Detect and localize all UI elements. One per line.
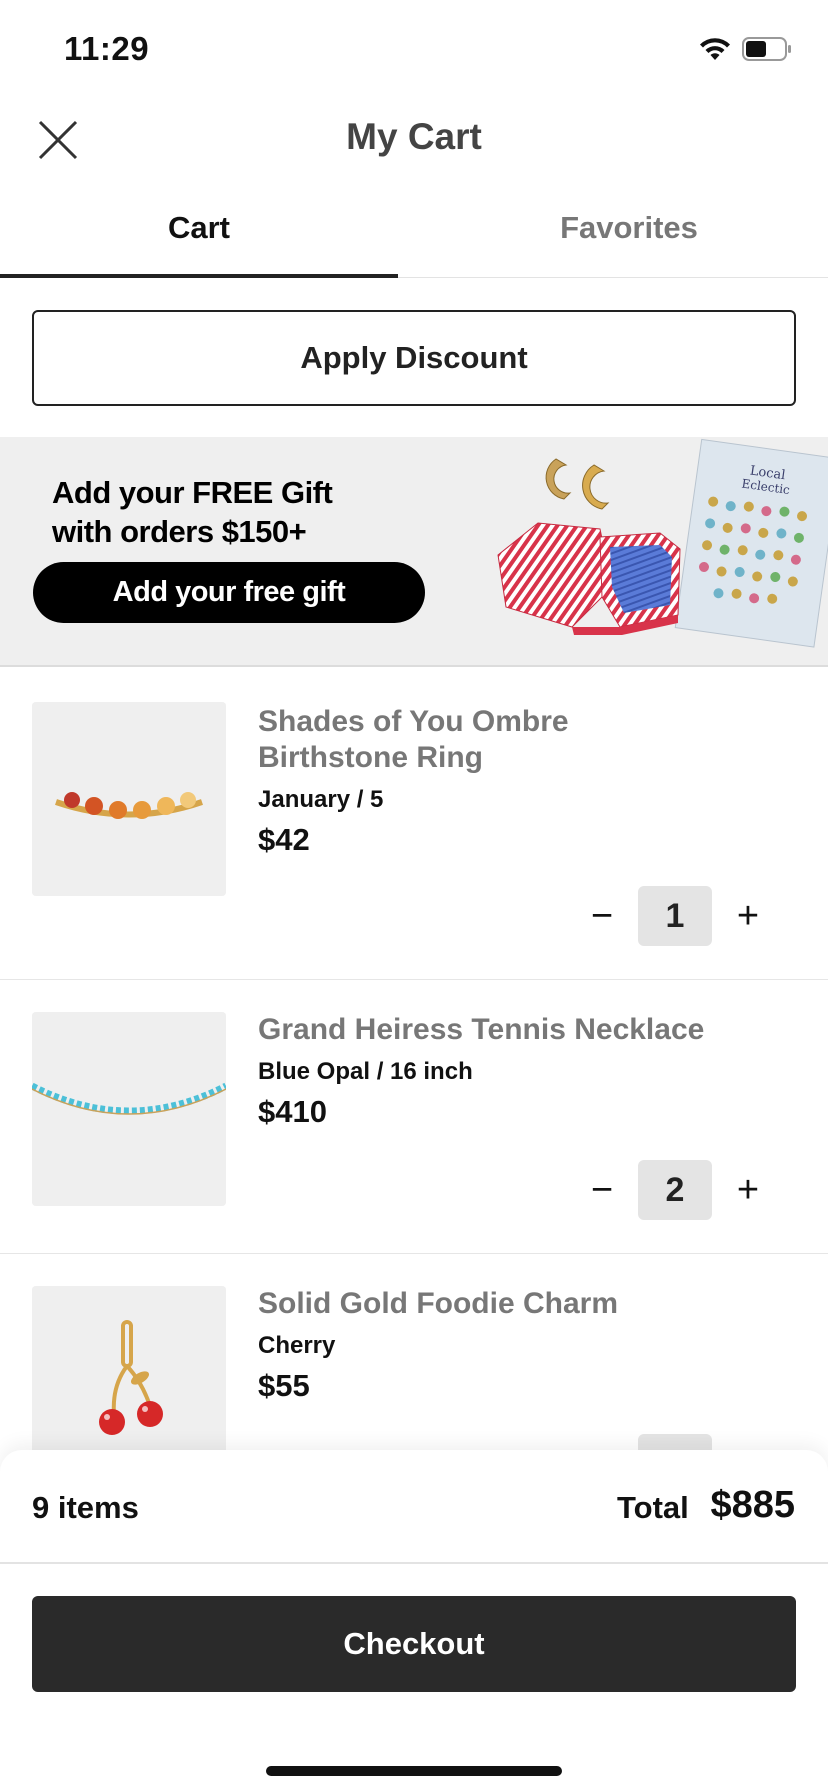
wifi-icon	[700, 38, 730, 60]
active-tab-indicator	[0, 274, 398, 278]
total-label: Total	[617, 1490, 689, 1525]
quantity-increase-button[interactable]: +	[726, 1168, 770, 1212]
page-title: My Cart	[346, 116, 482, 157]
ring-image[interactable]	[32, 702, 226, 896]
gift-headline-line1: Add your FREE Gift	[52, 475, 333, 510]
divider	[0, 1562, 828, 1564]
items-count: 9 items	[32, 1490, 139, 1525]
gift-box-image: Local Eclectic	[497, 438, 828, 648]
item-name[interactable]: Grand Heiress Tennis Necklace	[258, 1012, 778, 1048]
add-free-gift-button[interactable]: Add your free gift	[33, 562, 425, 623]
item-price: $42	[258, 822, 310, 857]
necklace-image[interactable]	[32, 1012, 226, 1206]
apply-discount-button[interactable]: Apply Discount	[32, 310, 796, 406]
quantity-decrease-button[interactable]: −	[580, 894, 624, 938]
item-name-line1: Shades of You Ombre	[258, 705, 569, 738]
quantity-increase-button[interactable]: +	[726, 894, 770, 938]
free-gift-banner: Add your FREE Gift with orders $150+ Add…	[0, 437, 828, 667]
total-value: $885	[710, 1484, 795, 1526]
tab-bar: Cart Favorites	[0, 192, 828, 278]
checkout-summary-sheet: 9 items Total $885 Checkout	[0, 1450, 828, 1792]
item-variant: Cherry	[258, 1332, 336, 1359]
item-variant: Blue Opal / 16 inch	[258, 1058, 473, 1085]
quantity-decrease-button[interactable]: −	[580, 1168, 624, 1212]
tab-cart[interactable]: Cart	[0, 210, 398, 246]
tab-favorites[interactable]: Favorites	[430, 210, 828, 246]
item-price: $410	[258, 1094, 327, 1129]
header: My Cart	[0, 100, 828, 180]
checkout-button[interactable]: Checkout	[32, 1596, 796, 1692]
cart-item: Shades of You Ombre Birthstone Ring Janu…	[0, 670, 828, 980]
item-name[interactable]: Solid Gold Foodie Charm	[258, 1286, 778, 1322]
gift-headline: Add your FREE Gift with orders $150+	[52, 473, 333, 551]
item-name[interactable]: Shades of You Ombre Birthstone Ring	[258, 704, 778, 776]
item-price: $55	[258, 1368, 310, 1403]
status-time: 11:29	[64, 30, 150, 67]
status-bar: 11:29	[0, 0, 828, 100]
quantity-value: 1	[638, 886, 712, 946]
cart-item: Grand Heiress Tennis Necklace Blue Opal …	[0, 980, 828, 1254]
quantity-value: 2	[638, 1160, 712, 1220]
item-variant: January / 5	[258, 786, 384, 813]
gift-headline-line2: with orders $150+	[52, 514, 307, 549]
item-name-line2: Birthstone Ring	[258, 741, 483, 774]
home-indicator	[266, 1766, 562, 1776]
battery-icon	[742, 37, 791, 61]
